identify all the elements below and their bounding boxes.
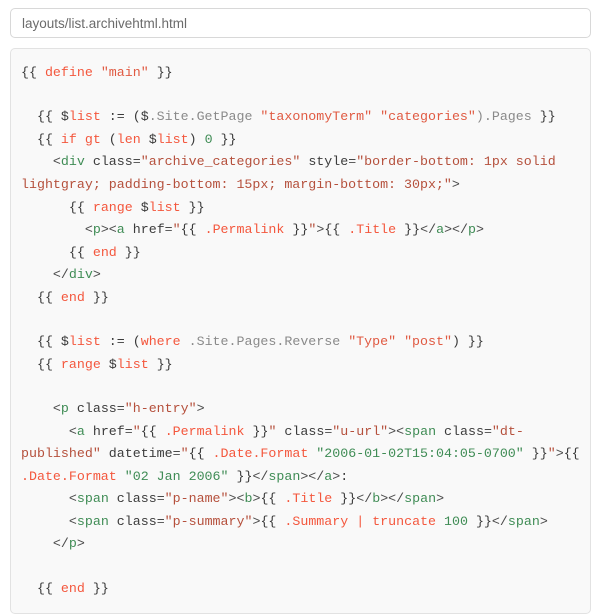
editor-page: {{ define "main" }} {{ $list := ($.Site.… [0, 0, 599, 614]
template-path-input[interactable] [10, 8, 591, 38]
template-source-code[interactable]: {{ define "main" }} {{ $list := ($.Site.… [21, 61, 580, 599]
code-block-panel: {{ define "main" }} {{ $list := ($.Site.… [10, 48, 591, 614]
code-tokens: {{ define "main" }} {{ $list := ($.Site.… [21, 65, 588, 596]
